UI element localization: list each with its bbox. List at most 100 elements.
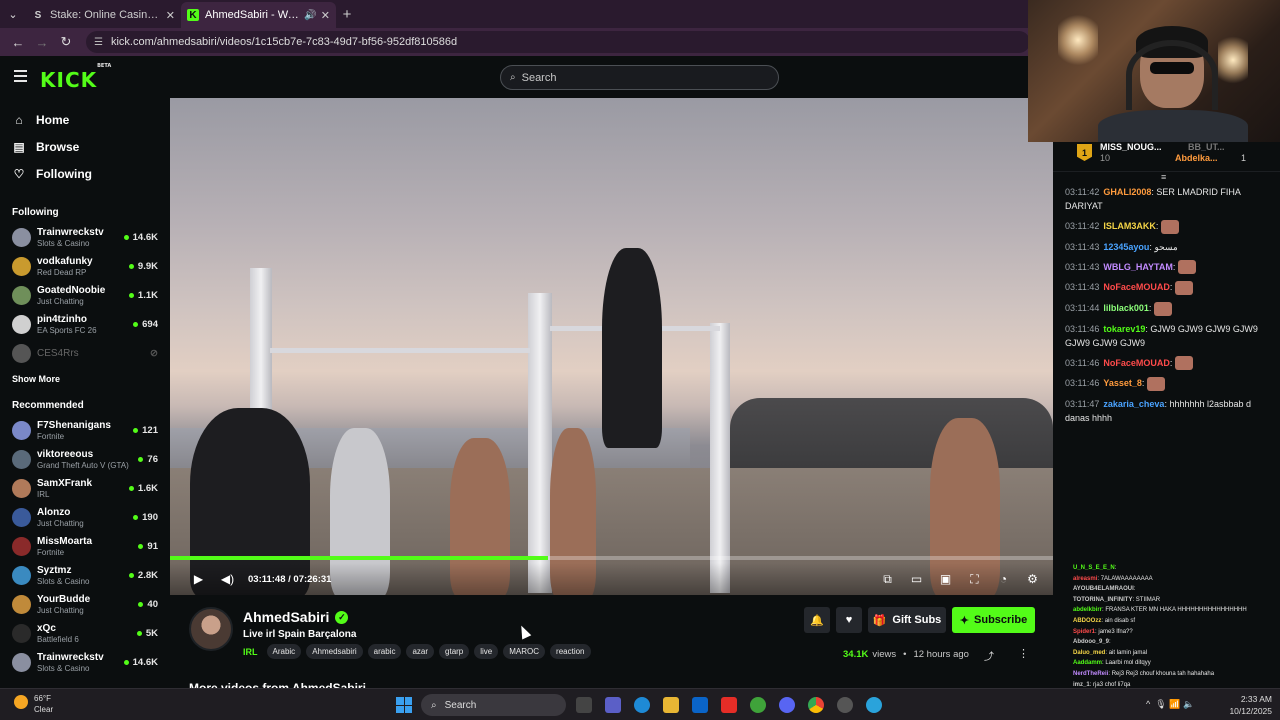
message-username[interactable]: NoFaceMOUAD (1103, 282, 1170, 292)
theatre-mode-icon[interactable]: ▣ (931, 572, 960, 587)
xbox-icon[interactable] (750, 697, 766, 713)
sidebar-item-browse[interactable]: ▤ Browse (0, 133, 170, 160)
tab-kick[interactable]: K AhmedSabiri - Watch the V 🔊 ✕ (181, 2, 336, 28)
leader-name[interactable]: Abdelka... (1175, 153, 1218, 163)
teams-icon[interactable] (605, 697, 621, 713)
tab-search-icon[interactable]: ⌄ (0, 0, 26, 28)
gift-subs-button[interactable]: 🎁 Gift Subs (868, 607, 946, 633)
close-icon[interactable]: ✕ (166, 9, 175, 22)
tag-chip[interactable]: reaction (550, 644, 591, 659)
channel-name[interactable]: AhmedSabiri ✓ (243, 609, 349, 625)
leader-name[interactable]: MISS_NOUG... (1100, 142, 1162, 152)
back-icon[interactable]: ← (6, 35, 30, 50)
sidebar-channel-goatednoobie[interactable]: GoatedNoobie Just Chatting 1.1K (0, 281, 170, 310)
video-progress-bar[interactable] (170, 556, 1053, 560)
new-tab-button[interactable]: + (336, 6, 358, 23)
category-link[interactable]: IRL (243, 647, 258, 657)
chat-message: 03:11:42 ISLAM3AKK: (1065, 219, 1268, 234)
tag-chip[interactable]: Ahmedsabiri (306, 644, 363, 659)
sidebar-channel-pin4tzinho[interactable]: pin4tzinho EA Sports FC 26 694 (0, 310, 170, 339)
menu-icon[interactable] (14, 70, 27, 82)
site-info-icon[interactable]: ☰ (94, 37, 103, 48)
volume-icon[interactable]: ◀) (213, 572, 242, 586)
sidebar-channel-trainwreckstv[interactable]: Trainwreckstv Slots & Casino 14.6K (0, 223, 170, 252)
sidebar-channel-missmoarta[interactable]: MissMoarta Fortnite 91 (0, 532, 170, 561)
expand-icon[interactable]: ≡ (1161, 172, 1166, 182)
wifi-icon[interactable]: 📶 (1169, 699, 1180, 709)
outlook-icon[interactable] (692, 697, 708, 713)
sidebar-channel-yourbudde[interactable]: YourBudde Just Chatting 40 (0, 590, 170, 619)
discord-icon[interactable] (779, 697, 795, 713)
sidebar-channel-alonzo[interactable]: Alonzo Just Chatting 190 (0, 503, 170, 532)
fullscreen-icon[interactable]: ⛶ (960, 572, 989, 587)
video-player[interactable]: ▶ ◀) 03:11:48 / 07:26:31 ⧉ ▭ ▣ ⛶ ◔ ⚙ (170, 98, 1053, 595)
speed-icon[interactable]: ◔ (989, 572, 1018, 587)
chrome-icon[interactable] (808, 697, 824, 713)
chevron-up-icon[interactable]: ^ (1146, 699, 1150, 709)
edge-icon[interactable] (634, 697, 650, 713)
app-icon[interactable] (837, 697, 853, 713)
weather-widget[interactable]: 66°F Clear (14, 693, 53, 715)
subscribe-button[interactable]: ✦ Subscribe (952, 607, 1035, 633)
notification-bell-button[interactable]: 🔔 (804, 607, 830, 633)
reload-icon[interactable]: ↻ (54, 34, 78, 50)
gift-icon: 🎁 (872, 614, 887, 627)
sidebar-channel-f7shenanigans[interactable]: F7Shenanigans Fortnite 121 (0, 416, 170, 445)
taskbar-search[interactable]: ⌕ Search (421, 694, 566, 716)
tab-stake[interactable]: S Stake: Online Casino & Sports B ✕ (26, 2, 181, 28)
youtube-icon[interactable] (721, 697, 737, 713)
system-tray[interactable]: ^ 🎙 📶 🔈 (1146, 699, 1194, 710)
tag-chip[interactable]: Arabic (266, 644, 302, 659)
forward-icon[interactable]: → (30, 35, 54, 50)
more-options-icon[interactable]: ⋮ (1018, 647, 1029, 660)
share-icon[interactable]: ⤴ (984, 648, 994, 663)
windows-start-icon[interactable] (396, 697, 412, 713)
search-input[interactable]: ⌕ Search (500, 65, 779, 90)
tag-chip[interactable]: gtarp (439, 644, 470, 659)
system-clock[interactable]: 2:33 AM 10/12/2025 (1224, 693, 1272, 717)
message-username[interactable]: 12345ayou (1103, 242, 1149, 252)
tag-chip[interactable]: MAROC (503, 644, 546, 659)
kick-logo[interactable]: KICKBETA (40, 63, 111, 92)
follow-button[interactable]: ♥ (836, 607, 862, 633)
file-explorer-icon[interactable] (663, 697, 679, 713)
message-username[interactable]: zakaria_cheva (1103, 399, 1164, 409)
sidebar-item-label: Home (36, 112, 70, 127)
sidebar-item-following[interactable]: ♡ Following (0, 160, 170, 187)
viewer-count: 9.9K (128, 261, 158, 272)
play-icon[interactable]: ▶ (184, 572, 213, 586)
channel-name: F7Shenanigans (37, 419, 111, 431)
show-more-link[interactable]: Show More (0, 368, 170, 390)
telegram-icon[interactable] (866, 697, 882, 713)
message-username[interactable]: ISLAM3AKK (1103, 221, 1156, 231)
sidebar-channel-ces4rrs[interactable]: CES4Rrs ⊘ (0, 339, 170, 368)
sidebar-item-home[interactable]: ⌂ Home (0, 106, 170, 133)
clip-icon[interactable]: ▭ (902, 572, 931, 587)
sidebar-channel-vodkafunky[interactable]: vodkafunky Red Dead RP 9.9K (0, 252, 170, 281)
message-username[interactable]: NoFaceMOUAD (1103, 358, 1170, 368)
tag-chip[interactable]: live (474, 644, 499, 659)
message-username[interactable]: lilblack001 (1103, 303, 1149, 313)
speaker-icon[interactable]: 🔊 (304, 10, 316, 21)
message-username[interactable]: WBLG_HAYTAM (1103, 262, 1173, 272)
miniplayer-icon[interactable]: ⧉ (873, 572, 902, 587)
mic-icon[interactable]: 🎙 (1155, 699, 1166, 709)
tag-chip[interactable]: arabic (367, 644, 402, 659)
message-username[interactable]: GHALI2008 (1103, 187, 1151, 197)
sidebar-channel-trainwreckstv[interactable]: Trainwreckstv Slots & Casino 14.6K (0, 648, 170, 677)
task-view-icon[interactable] (576, 697, 592, 713)
url-field[interactable]: ☰ kick.com/ahmedsabiri/videos/1c15cb7e-7… (86, 31, 1030, 53)
sidebar-channel-xqc[interactable]: xQc Battlefield 6 5K (0, 619, 170, 648)
sidebar-channel-samxfrank[interactable]: SamXFrank IRL 1.6K (0, 474, 170, 503)
avatar[interactable] (189, 607, 233, 651)
settings-icon[interactable]: ⚙ (1018, 572, 1047, 587)
avatar (12, 344, 31, 363)
leader-name[interactable]: BB_UT... (1188, 142, 1225, 152)
message-username[interactable]: Yasset_8 (1103, 378, 1142, 388)
sidebar-channel-viktoreeous[interactable]: viktoreeous Grand Theft Auto V (GTA) 76 (0, 445, 170, 474)
tag-chip[interactable]: azar (406, 644, 435, 659)
close-icon[interactable]: ✕ (321, 9, 330, 22)
message-username[interactable]: tokarev19 (1103, 324, 1145, 334)
speaker-icon[interactable]: 🔈 (1183, 699, 1194, 709)
sidebar-channel-syztmz[interactable]: Syztmz Slots & Casino 2.8K (0, 561, 170, 590)
